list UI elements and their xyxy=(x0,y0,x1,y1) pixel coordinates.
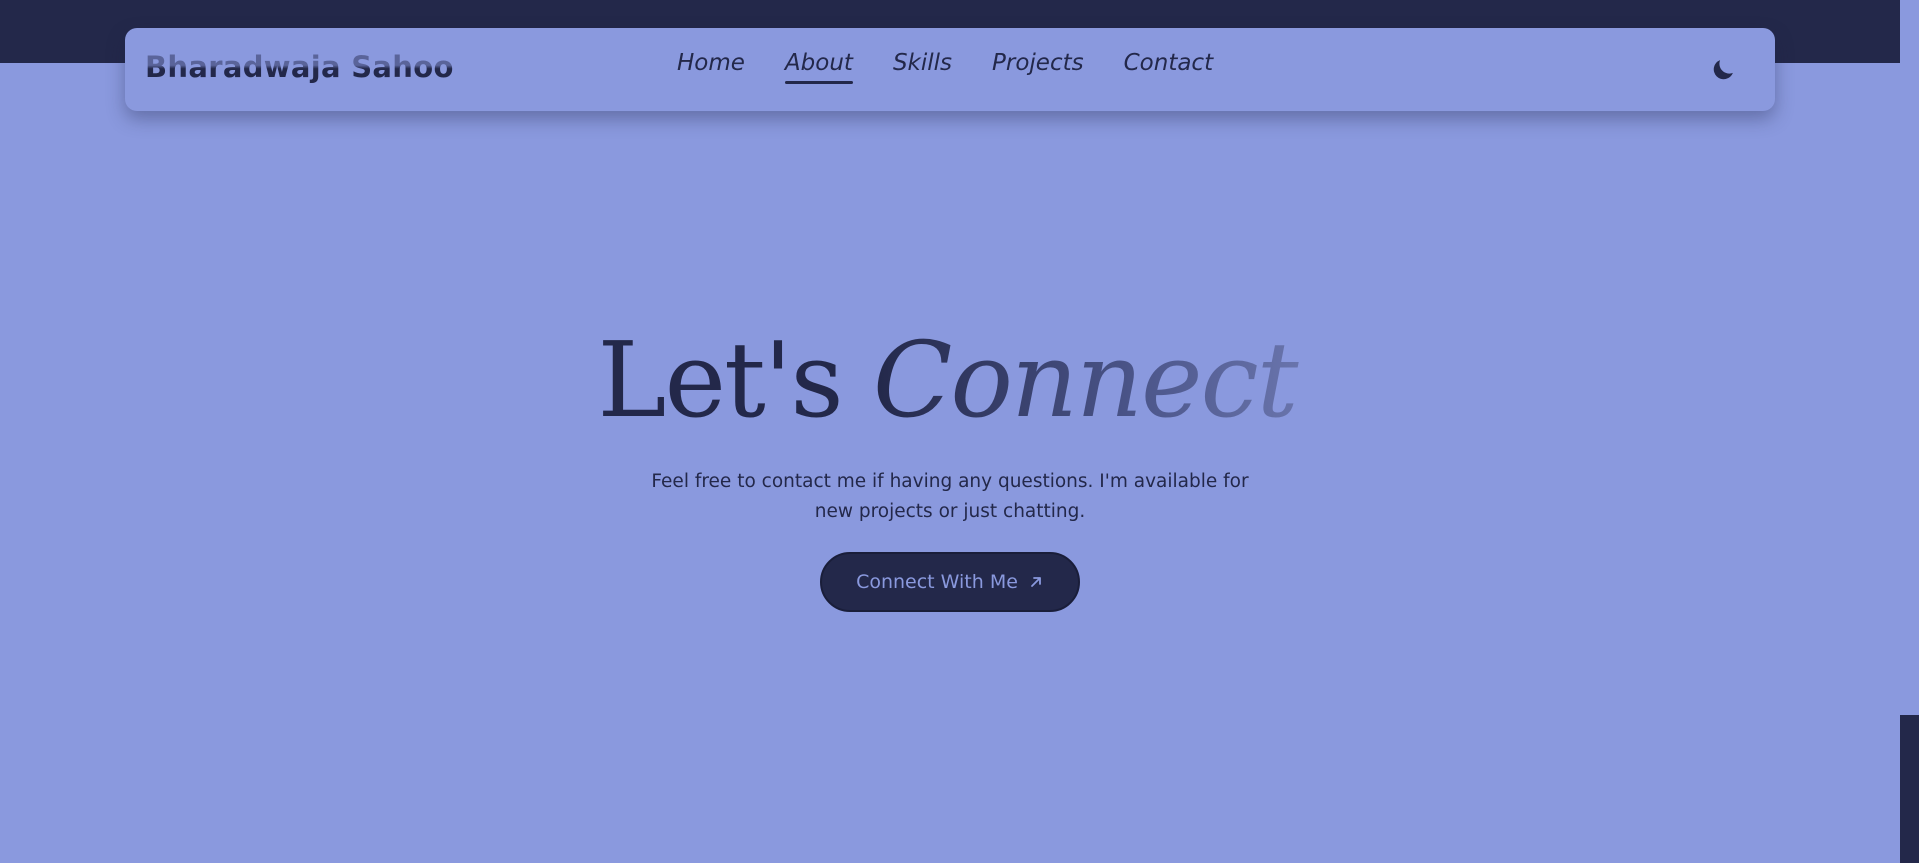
nav-item-skills[interactable]: Skills xyxy=(893,50,952,84)
hero-section: Let's Connect Feel free to contact me if… xyxy=(0,315,1900,612)
scrollbar-thumb[interactable] xyxy=(1900,715,1919,863)
nav-item-contact[interactable]: Contact xyxy=(1124,50,1213,84)
theme-toggle-button[interactable] xyxy=(1709,56,1737,84)
connect-button[interactable]: Connect With Me xyxy=(820,552,1080,612)
nav-links: Home About Skills Projects Contact xyxy=(677,50,1213,84)
nav-item-projects[interactable]: Projects xyxy=(992,50,1084,84)
connect-button-label: Connect With Me xyxy=(856,571,1018,593)
arrow-up-right-icon xyxy=(1031,577,1041,587)
hero-title-plain: Let's xyxy=(597,319,843,441)
brand-name[interactable]: Bharadwaja Sahoo xyxy=(145,50,454,84)
nav-item-about[interactable]: About xyxy=(784,50,853,84)
nav-item-home[interactable]: Home xyxy=(677,50,745,84)
navbar: Bharadwaja Sahoo Home About Skills Proje… xyxy=(125,28,1775,111)
hero-title-accent: Connect xyxy=(873,319,1303,441)
moon-icon xyxy=(1713,60,1733,80)
hero-title: Let's Connect xyxy=(0,315,1900,445)
hero-subtitle: Feel free to contact me if having any qu… xyxy=(651,471,1249,522)
